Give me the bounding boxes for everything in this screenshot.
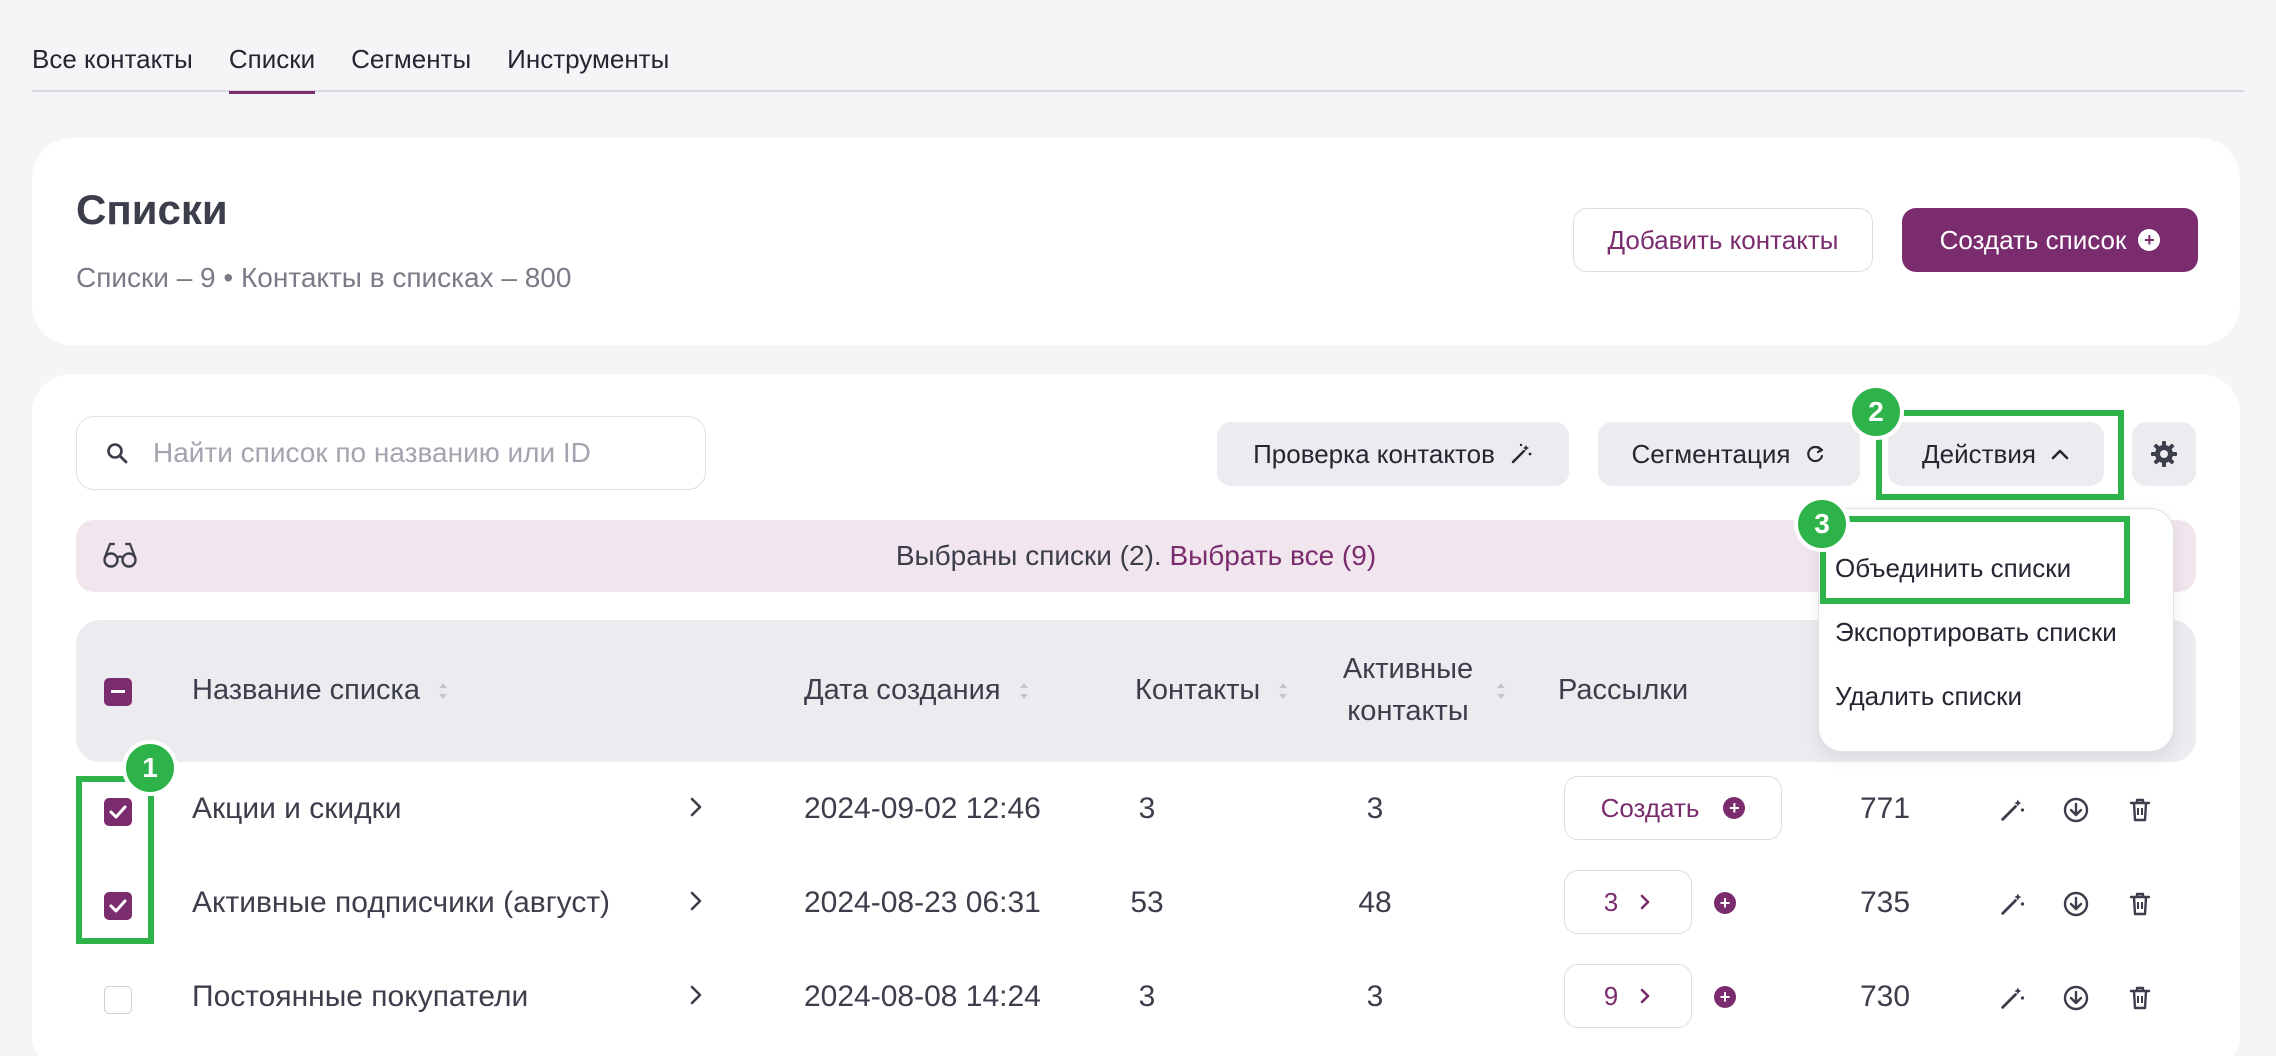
plus-icon: +	[1723, 797, 1746, 819]
add-contacts-label: Добавить контакты	[1607, 224, 1839, 255]
list-id: 730	[1860, 980, 1911, 1013]
list-name[interactable]: Акции и скидки	[192, 792, 402, 826]
create-mailing-button[interactable]: Создать +	[1564, 776, 1782, 840]
select-all-link[interactable]: Выбрать все (9)	[1169, 540, 1376, 571]
active-contacts-count: 3	[1366, 792, 1384, 825]
sort-icon	[439, 683, 448, 700]
search-icon	[107, 443, 128, 464]
highlight-merge	[1820, 516, 2130, 604]
chevron-right-icon[interactable]	[688, 888, 704, 914]
minus-icon	[111, 690, 125, 693]
chevron-right-icon	[1640, 988, 1650, 1004]
column-name[interactable]: Название списка	[192, 674, 450, 707]
created-date: 2024-08-08 14:24	[804, 980, 1041, 1013]
column-mailings: Рассылки	[1558, 674, 1689, 706]
contacts-count: 53	[1130, 886, 1164, 919]
step-badge-2: 2	[1848, 384, 1904, 440]
magic-wand-icon[interactable]	[1998, 796, 2026, 824]
mailings-count: 3	[1603, 886, 1619, 917]
page-subtitle: Списки – 9 • Контакты в списках – 800	[76, 262, 572, 293]
tab-tools[interactable]: Инструменты	[507, 36, 669, 92]
selected-count-text: Выбраны списки (2).	[895, 540, 1162, 571]
contacts-count: 3	[1138, 980, 1156, 1013]
search-input[interactable]	[153, 437, 653, 469]
delete-lists-item[interactable]: Удалить списки	[1835, 681, 2022, 712]
check-contacts-label: Проверка контактов	[1253, 438, 1495, 469]
list-id: 735	[1860, 886, 1911, 919]
segmentation-label: Сегментация	[1631, 438, 1791, 469]
tab-lists[interactable]: Списки	[228, 36, 316, 94]
chevron-right-icon[interactable]	[688, 794, 704, 820]
mailings-count-button[interactable]: 9	[1564, 964, 1692, 1028]
check-contacts-button[interactable]: Проверка контактов	[1217, 422, 1569, 486]
column-contacts[interactable]: Контакты	[1135, 674, 1290, 707]
chevron-right-icon	[1640, 894, 1650, 910]
create-list-label: Создать список	[1939, 224, 2127, 255]
search-box	[76, 416, 706, 490]
sort-icon	[1279, 683, 1288, 700]
step-badge-1: 1	[122, 740, 178, 796]
gear-icon	[2151, 441, 2177, 467]
magic-wand-icon	[1511, 443, 1532, 464]
list-id: 771	[1860, 792, 1911, 825]
sort-icon	[1497, 683, 1505, 699]
column-name-label: Название списка	[192, 674, 421, 706]
download-icon[interactable]	[2062, 984, 2090, 1012]
tab-segments[interactable]: Сегменты	[351, 36, 471, 92]
settings-button[interactable]	[2132, 422, 2196, 486]
create-list-button[interactable]: Создать список +	[1902, 208, 2198, 272]
table-row[interactable]: Постоянные покупатели 2024-08-08 14:24 3…	[76, 952, 2196, 1046]
header-card: Списки Списки – 9 • Контакты в списках –…	[32, 138, 2240, 345]
refresh-icon	[1807, 445, 1824, 463]
plus-icon: +	[2138, 229, 2161, 251]
sort-icon	[1019, 683, 1028, 700]
column-active-line1: Активные	[1342, 653, 1474, 685]
created-date: 2024-09-02 12:46	[804, 792, 1041, 825]
table-row[interactable]: Акции и скидки 2024-09-02 12:46 3 3 Созд…	[76, 764, 2196, 858]
trash-icon[interactable]	[2126, 984, 2154, 1012]
table-row[interactable]: Активные подписчики (август) 2024-08-23 …	[76, 858, 2196, 952]
add-contacts-button[interactable]: Добавить контакты	[1573, 208, 1873, 272]
column-created-label: Дата создания	[804, 674, 1001, 706]
list-name[interactable]: Постоянные покупатели	[192, 980, 528, 1014]
highlight-actions	[1876, 410, 2124, 500]
step-badge-3: 3	[1794, 496, 1850, 552]
column-contacts-label: Контакты	[1135, 674, 1261, 706]
contacts-count: 3	[1138, 792, 1156, 825]
active-contacts-count: 48	[1358, 886, 1392, 919]
trash-icon[interactable]	[2126, 796, 2154, 824]
magic-wand-icon[interactable]	[1998, 984, 2026, 1012]
active-contacts-count: 3	[1366, 980, 1384, 1013]
created-date: 2024-08-23 06:31	[804, 886, 1041, 919]
segmentation-button[interactable]: Сегментация	[1598, 422, 1860, 486]
highlight-checkboxes	[76, 776, 154, 944]
download-icon[interactable]	[2062, 796, 2090, 824]
column-active-line2: контакты	[1347, 695, 1469, 727]
top-tabs: Все контакты Списки Сегменты Инструменты	[32, 36, 2244, 94]
mailings-count: 9	[1603, 980, 1619, 1011]
add-mailing-icon[interactable]: +	[1714, 986, 1736, 1008]
list-name[interactable]: Активные подписчики (август)	[192, 886, 610, 920]
column-created[interactable]: Дата создания	[804, 674, 1031, 707]
download-icon[interactable]	[2062, 890, 2090, 918]
chevron-right-icon[interactable]	[688, 982, 704, 1008]
export-lists-item[interactable]: Экспортировать списки	[1835, 617, 2117, 648]
create-mailing-label: Создать	[1600, 792, 1700, 823]
row-checkbox[interactable]	[104, 986, 132, 1014]
mailings-count-button[interactable]: 3	[1564, 870, 1692, 934]
select-all-checkbox[interactable]	[104, 678, 132, 706]
page-title: Списки	[76, 186, 228, 233]
column-active-contacts[interactable]: Активные контакты	[1328, 648, 1488, 732]
tab-all-contacts[interactable]: Все контакты	[32, 36, 193, 92]
trash-icon[interactable]	[2126, 890, 2154, 918]
add-mailing-icon[interactable]: +	[1714, 892, 1736, 914]
magic-wand-icon[interactable]	[1998, 890, 2026, 918]
